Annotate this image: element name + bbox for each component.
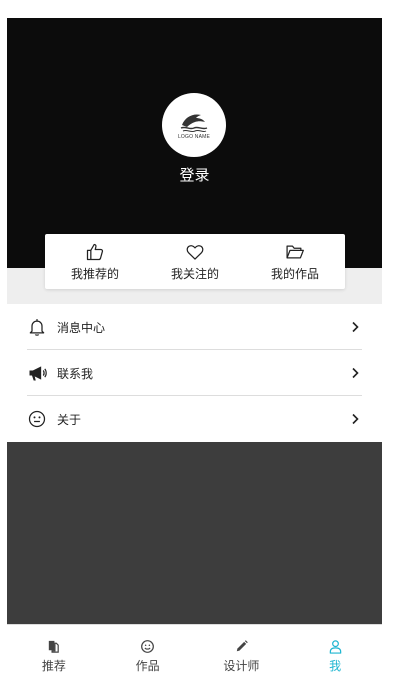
menu-item-contact[interactable]: 联系我 <box>27 350 362 396</box>
heart-icon <box>186 244 204 260</box>
tab-designers[interactable]: 设计师 <box>195 625 289 687</box>
empty-content-area <box>7 442 382 624</box>
chevron-right-icon <box>352 413 359 425</box>
smiley-icon <box>27 409 47 429</box>
tab-me[interactable]: 我 <box>288 625 382 687</box>
avatar[interactable]: LOGO NAME <box>162 93 226 157</box>
quick-action-my-works[interactable]: 我的作品 <box>250 234 340 289</box>
chevron-right-icon <box>352 367 359 379</box>
tab-works[interactable]: 作品 <box>101 625 195 687</box>
quick-actions-card: 我推荐的 我关注的 我的作品 <box>45 234 345 289</box>
menu-item-messages[interactable]: 消息中心 <box>27 304 362 350</box>
profile-screen: LOGO NAME 登录 我推荐的 我关注的 我的作品 消息中心 联系我 关于 … <box>7 18 382 687</box>
tab-label: 作品 <box>135 659 160 673</box>
profile-header: LOGO NAME 登录 <box>7 18 382 268</box>
bell-icon <box>27 317 47 337</box>
pencil-icon <box>236 640 248 652</box>
tab-label: 设计师 <box>223 659 260 673</box>
dolphin-logo-icon <box>180 113 208 132</box>
quick-action-label: 我的作品 <box>270 266 319 281</box>
quick-action-recommended[interactable]: 我推荐的 <box>50 234 140 289</box>
thumbs-up-icon <box>86 243 104 260</box>
bottom-tab-bar: 推荐 作品 设计师 我 <box>7 624 382 687</box>
tab-label: 我 <box>329 659 342 673</box>
tab-label: 推荐 <box>41 659 66 673</box>
quick-action-label: 我关注的 <box>170 266 219 281</box>
menu-item-about[interactable]: 关于 <box>27 396 362 442</box>
logo: LOGO NAME <box>166 97 222 153</box>
menu-item-label: 联系我 <box>57 366 94 381</box>
folder-open-icon <box>286 245 304 258</box>
settings-menu: 消息中心 联系我 关于 <box>7 304 382 442</box>
menu-item-label: 消息中心 <box>57 320 106 335</box>
chevron-right-icon <box>352 321 359 333</box>
tab-recommend[interactable]: 推荐 <box>7 625 101 687</box>
document-copy-icon <box>49 640 60 653</box>
user-icon <box>329 640 341 654</box>
logo-text: LOGO NAME <box>177 133 211 140</box>
megaphone-icon <box>27 363 47 383</box>
login-link[interactable]: 登录 <box>7 164 382 185</box>
smiley-icon <box>141 640 155 653</box>
menu-item-label: 关于 <box>57 412 82 427</box>
quick-action-following[interactable]: 我关注的 <box>150 234 240 289</box>
quick-action-label: 我推荐的 <box>70 266 119 281</box>
